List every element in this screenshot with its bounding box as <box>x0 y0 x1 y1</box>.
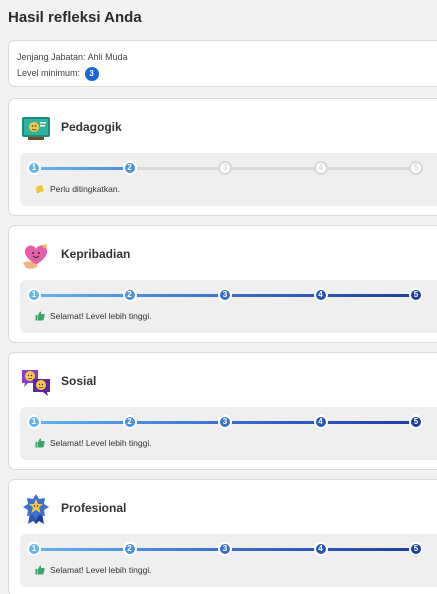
competency-title: Sosial <box>61 374 97 388</box>
level-segment <box>34 167 130 170</box>
level-track: 1 2 3 4 5 <box>27 161 423 175</box>
level-segment <box>129 294 225 297</box>
level-dot-2: 2 <box>122 415 137 429</box>
competency-card-kepribadian: Kepribadian 1 2 3 4 5 Selamat! Level lebih t… <box>8 225 437 343</box>
level-dot-4: 4 <box>313 415 328 429</box>
level-note-text: Selamat! Level lebih tinggi. <box>50 565 152 575</box>
level-segment <box>225 167 321 170</box>
level-note-text: Selamat! Level lebih tinggi. <box>50 438 152 448</box>
level-dot-2: 2 <box>122 288 137 302</box>
level-note-text: Selamat! Level lebih tinggi. <box>50 311 152 321</box>
progress-panel: 1 2 3 4 5 Perlu ditingkatkan. <box>20 153 437 206</box>
jenjang-line: Jenjang Jabatan: Ahli Muda <box>17 49 437 65</box>
sticky-note-icon <box>35 184 45 194</box>
level-dot-5: 5 <box>409 161 423 175</box>
level-segment <box>320 167 416 170</box>
level-dot-2: 2 <box>122 161 137 175</box>
level-segment <box>129 421 225 424</box>
level-dot-3: 3 <box>218 542 232 556</box>
level-dot-1: 1 <box>27 161 41 175</box>
level-note: Selamat! Level lebih tinggi. <box>35 438 152 448</box>
level-dot-5: 5 <box>409 288 423 302</box>
jenjang-value: Ahli Muda <box>87 52 128 62</box>
level-label: Level minimum: <box>17 68 81 78</box>
level-badge: 3 <box>84 66 99 81</box>
level-dot-3: 3 <box>218 161 232 175</box>
competency-card-sosial: Sosial 1 2 3 4 5 Selamat! Level lebih tinggi… <box>8 352 437 470</box>
level-segment <box>225 421 321 424</box>
level-note: Selamat! Level lebih tinggi. <box>35 311 152 321</box>
level-dot-3: 3 <box>218 288 232 302</box>
level-dot-1: 1 <box>27 415 41 429</box>
star-medal-icon <box>20 493 52 525</box>
level-dot-5: 5 <box>409 415 423 429</box>
level-segment <box>34 294 130 297</box>
level-line: Level minimum: 3 <box>17 65 437 81</box>
level-segment <box>225 294 321 297</box>
level-track: 1 2 3 4 5 <box>27 542 423 556</box>
thumbs-up-icon <box>35 438 45 448</box>
jenjang-label: Jenjang Jabatan: <box>17 52 86 62</box>
level-segment <box>320 421 416 424</box>
page-title: Hasil refleksi Anda <box>8 9 142 26</box>
progress-panel: 1 2 3 4 5 Selamat! Level lebih tinggi. <box>20 280 437 333</box>
thumbs-up-icon <box>35 565 45 575</box>
level-segment <box>34 548 130 551</box>
teacher-board-icon <box>20 112 52 144</box>
level-track: 1 2 3 4 5 <box>27 415 423 429</box>
level-track: 1 2 3 4 5 <box>27 288 423 302</box>
competency-title: Kepribadian <box>61 247 131 261</box>
level-segment <box>225 548 321 551</box>
level-note: Selamat! Level lebih tinggi. <box>35 565 152 575</box>
level-segment <box>34 421 130 424</box>
level-dot-4: 4 <box>313 161 328 175</box>
heart-hand-icon <box>20 239 52 271</box>
thumbs-up-icon <box>35 311 45 321</box>
competency-title: Profesional <box>61 501 127 515</box>
level-dot-2: 2 <box>122 542 137 556</box>
level-segment <box>129 167 225 170</box>
level-segment <box>129 548 225 551</box>
level-segment <box>320 294 416 297</box>
progress-panel: 1 2 3 4 5 Selamat! Level lebih tinggi. <box>20 534 437 587</box>
level-dot-3: 3 <box>218 415 232 429</box>
level-dot-1: 1 <box>27 288 41 302</box>
level-dot-4: 4 <box>313 542 328 556</box>
level-segment <box>320 548 416 551</box>
level-note-text: Perlu ditingkatkan. <box>50 184 120 194</box>
chat-faces-icon <box>20 366 52 398</box>
progress-panel: 1 2 3 4 5 Selamat! Level lebih tinggi. <box>20 407 437 460</box>
level-note: Perlu ditingkatkan. <box>35 184 120 194</box>
info-card: Jenjang Jabatan: Ahli Muda Level minimum… <box>8 40 437 87</box>
competency-title: Pedagogik <box>61 120 122 134</box>
competency-card-pedagogik: Pedagogik 1 2 3 4 5 Perlu ditingkatkan. <box>8 98 437 216</box>
level-dot-5: 5 <box>409 542 423 556</box>
level-dot-1: 1 <box>27 542 41 556</box>
competency-card-profesional: Profesional 1 2 3 4 5 Selamat! Level lebih t… <box>8 479 437 594</box>
level-dot-4: 4 <box>313 288 328 302</box>
